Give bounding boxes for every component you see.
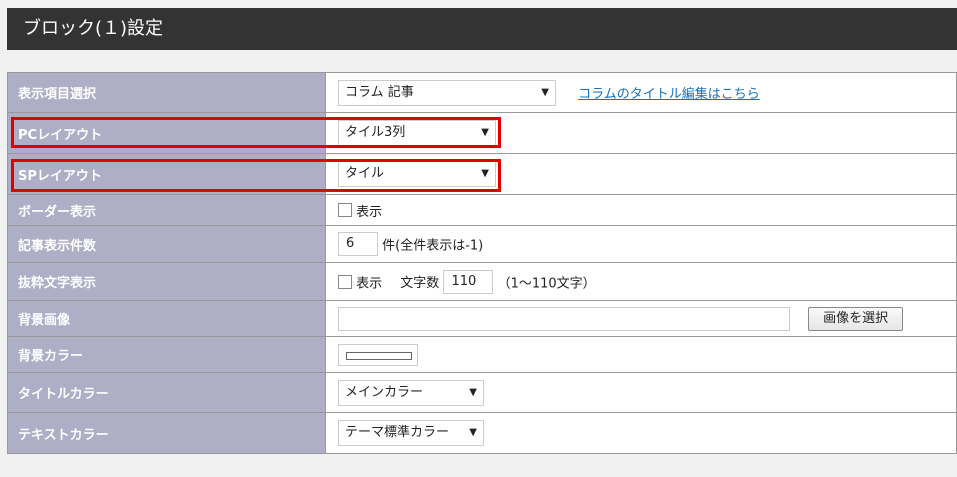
row-pc-layout: PCレイアウト タイル3列 ▼ [7,112,957,154]
column-title-edit-link[interactable]: コラムのタイトル編集はこちら [578,87,760,102]
row-text-color: テキストカラー テーマ標準カラー ▼ [7,412,957,454]
chars-hint: （1〜110文字） [497,276,596,291]
row-border: ボーダー表示 表示 [7,194,957,226]
row-bg-color: 背景カラー [7,336,957,373]
row-sp-layout: SPレイアウト タイル ▼ [7,153,957,195]
count-input[interactable]: 6 [338,232,378,256]
select-image-button[interactable]: 画像を選択 [808,306,904,331]
pc-layout-label: PCレイアウト [7,112,326,154]
page-title: ブロック(１)設定 [7,8,957,50]
excerpt-label: 抜粋文字表示 [7,262,326,301]
pc-layout-select[interactable]: タイル3列 ▼ [338,120,496,146]
text-color-label: テキストカラー [7,412,326,454]
bg-color-picker[interactable] [338,343,418,366]
excerpt-checkbox[interactable] [338,274,352,289]
bg-image-label: 背景画像 [7,300,326,337]
sp-layout-select[interactable]: タイル ▼ [338,161,496,187]
title-color-label: タイトルカラー [7,372,326,413]
border-checkbox-label: 表示 [356,204,383,220]
chevron-down-icon: ▼ [481,127,489,138]
row-display-item: 表示項目選択 コラム 記事 ▼ コラムのタイトル編集はこちら [7,72,957,113]
chars-input[interactable]: 110 [443,269,494,294]
title-color-select[interactable]: メインカラー ▼ [338,379,484,406]
chevron-down-icon: ▼ [541,86,549,98]
chevron-down-icon: ▼ [469,386,477,398]
display-item-label: 表示項目選択 [7,72,326,113]
excerpt-checkbox-label: 表示 [356,276,383,291]
bg-color-label: 背景カラー [7,336,326,373]
count-label: 記事表示件数 [7,225,326,263]
row-bg-image: 背景画像 画像を選択 [7,300,957,337]
row-count: 記事表示件数 6 件(全件表示は-1) [7,225,957,263]
chevron-down-icon: ▼ [481,168,489,179]
count-suffix: 件(全件表示は-1) [382,238,484,254]
settings-table: 表示項目選択 コラム 記事 ▼ コラムのタイトル編集はこちら PCレイアウト タ… [7,72,957,454]
bg-image-input[interactable] [338,306,790,331]
display-item-select[interactable]: コラム 記事 ▼ [338,79,556,106]
row-excerpt: 抜粋文字表示 表示 文字数 110 （1〜110文字） [7,262,957,301]
color-swatch [346,351,412,360]
border-label: ボーダー表示 [7,194,326,226]
chevron-down-icon: ▼ [469,427,477,438]
row-title-color: タイトルカラー メインカラー ▼ [7,372,957,413]
text-color-select[interactable]: テーマ標準カラー ▼ [338,420,484,446]
border-checkbox[interactable] [338,203,352,217]
chars-label: 文字数 [400,276,440,291]
sp-layout-label: SPレイアウト [7,153,326,195]
